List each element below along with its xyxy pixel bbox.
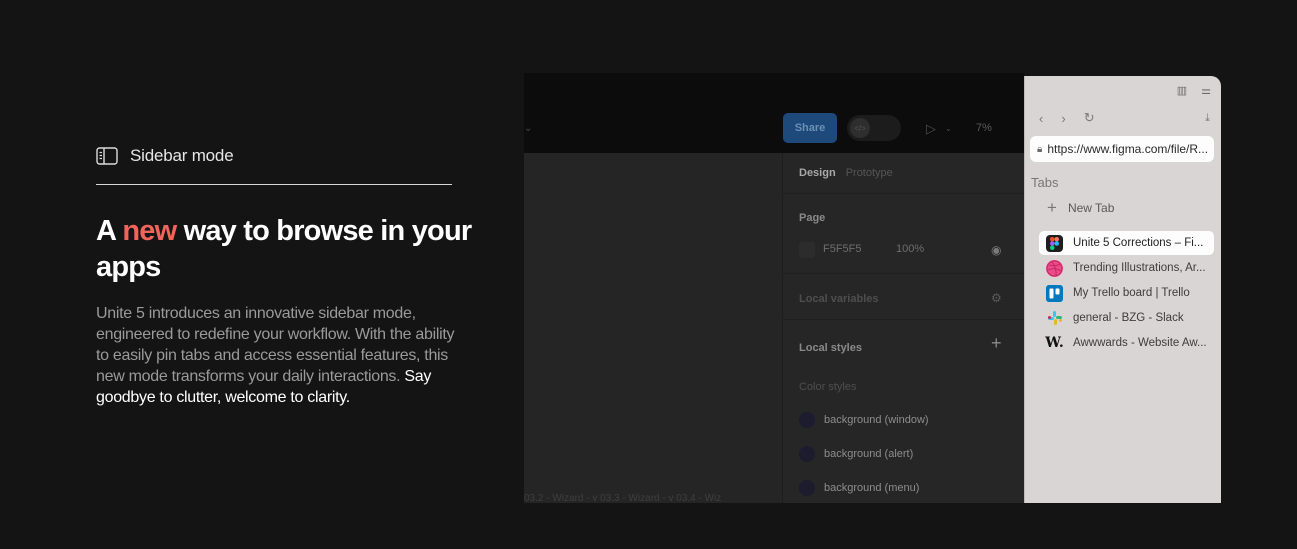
- local-styles-title: Local styles: [799, 342, 862, 354]
- panel-tabs: Design Prototype: [799, 167, 893, 179]
- awwwards-icon: W.: [1045, 335, 1064, 351]
- plus-icon[interactable]: +: [991, 334, 1002, 352]
- tab-item[interactable]: Unite 5 Corrections – Fi...: [1039, 231, 1214, 255]
- tab-item[interactable]: general - BZG - Slack: [1039, 306, 1214, 330]
- address-bar[interactable]: 🔒︎ https://www.figma.com/file/R...: [1030, 136, 1214, 162]
- plus-icon: +: [1047, 198, 1057, 217]
- section-divider: [783, 193, 1024, 194]
- new-tab-label: New Tab: [1067, 201, 1115, 215]
- tabs-heading: Tabs: [1031, 175, 1059, 190]
- forward-icon[interactable]: ›: [1061, 111, 1065, 126]
- canvas-frame-labels: 03.2 - Wizard - v 03.3 - Wizard - v 03.4…: [524, 493, 722, 503]
- chevron-down-icon[interactable]: ⌄: [945, 124, 952, 133]
- page-section-title: Page: [799, 212, 826, 224]
- color-swatch: [799, 412, 815, 428]
- color-styles-label: Color styles: [799, 381, 857, 393]
- sidebar-layout-icon: [96, 147, 118, 165]
- headline-pre: A: [96, 215, 123, 247]
- tab-label: My Trello board | Trello: [1073, 287, 1190, 299]
- color-style-row[interactable]: background (window): [799, 412, 929, 428]
- headline: A new way to browse in your apps: [96, 213, 476, 285]
- feature-divider: [96, 184, 452, 185]
- eye-icon[interactable]: ◉: [991, 243, 1001, 257]
- browser-sidebar: ▥ ⚌ ‹ › ↻ ⤓ 🔒︎ https://www.figma.com/fil…: [1024, 76, 1221, 503]
- tab-item[interactable]: W. Awwwards - Website Aw...: [1039, 331, 1214, 355]
- page-opacity-value[interactable]: 100%: [896, 243, 924, 255]
- figma-design-panel: Design Prototype Page F5F5F5 100% ◉ Loca…: [782, 153, 1024, 503]
- lock-icon: 🔒︎: [1037, 143, 1043, 155]
- color-swatch: [799, 446, 815, 462]
- color-style-row[interactable]: background (alert): [799, 446, 913, 462]
- settings-sliders-icon[interactable]: ⚌: [1201, 84, 1211, 97]
- tab-design[interactable]: Design: [799, 167, 836, 179]
- figma-toolbar: ⌄ Share </> ▷ ⌄ 7%: [524, 73, 1024, 153]
- feature-label-text: Sidebar mode: [130, 146, 234, 165]
- sidebar-toggle-icon[interactable]: ▥: [1177, 84, 1187, 97]
- page-color-value[interactable]: F5F5F5: [823, 243, 862, 255]
- tab-item[interactable]: My Trello board | Trello: [1039, 281, 1214, 305]
- reload-icon[interactable]: ↻: [1084, 110, 1095, 126]
- feature-label: Sidebar mode: [96, 146, 234, 166]
- color-style-row[interactable]: background (menu): [799, 480, 919, 496]
- tab-label: general - BZG - Slack: [1073, 312, 1184, 324]
- body-copy: Unite 5 introduces an innovative sidebar…: [96, 303, 456, 408]
- sidebar-top-icons: ▥ ⚌: [1177, 84, 1211, 97]
- headline-accent: new: [122, 215, 177, 247]
- color-swatch: [799, 480, 815, 496]
- section-divider: [783, 319, 1024, 320]
- body-text: Unite 5 introduces an innovative sidebar…: [96, 305, 455, 385]
- chevron-down-icon: ⌄: [524, 123, 533, 134]
- tab-item[interactable]: Trending Illustrations, Ar...: [1039, 256, 1214, 280]
- tab-label: Trending Illustrations, Ar...: [1073, 262, 1206, 274]
- tab-prototype[interactable]: Prototype: [846, 167, 893, 179]
- url-text[interactable]: https://www.figma.com/file/R...: [1047, 142, 1208, 156]
- tab-label: Awwwards - Website Aw...: [1073, 337, 1207, 349]
- variables-icon[interactable]: ⚙: [991, 291, 1002, 305]
- color-style-label: background (window): [824, 414, 929, 426]
- share-button[interactable]: Share: [783, 113, 837, 143]
- zoom-level[interactable]: 7%: [976, 122, 992, 134]
- figma-app-screenshot: ⌄ Share </> ▷ ⌄ 7% 03.2 - Wizard - v 03.…: [524, 73, 1024, 503]
- download-icon[interactable]: ⤓: [1205, 112, 1210, 125]
- back-icon[interactable]: ‹: [1039, 111, 1043, 126]
- color-style-label: background (alert): [824, 448, 914, 460]
- play-icon[interactable]: ▷: [926, 121, 936, 137]
- color-style-label: background (menu): [824, 482, 920, 494]
- slack-icon: [1046, 310, 1063, 327]
- trello-icon: [1046, 284, 1063, 302]
- code-icon: </>: [850, 118, 870, 138]
- figma-icon: [1046, 234, 1063, 252]
- figma-canvas[interactable]: 03.2 - Wizard - v 03.3 - Wizard - v 03.4…: [524, 153, 782, 503]
- local-variables-title[interactable]: Local variables: [799, 293, 879, 305]
- navigation-bar: ‹ › ↻ ⤓: [1039, 110, 1210, 126]
- tab-label: Unite 5 Corrections – Fi...: [1073, 237, 1204, 249]
- dev-mode-toggle[interactable]: </>: [847, 115, 901, 141]
- new-tab-button[interactable]: + New Tab: [1047, 198, 1115, 217]
- dribbble-icon: [1046, 259, 1063, 277]
- page-color-swatch[interactable]: [799, 242, 815, 258]
- section-divider: [783, 273, 1024, 274]
